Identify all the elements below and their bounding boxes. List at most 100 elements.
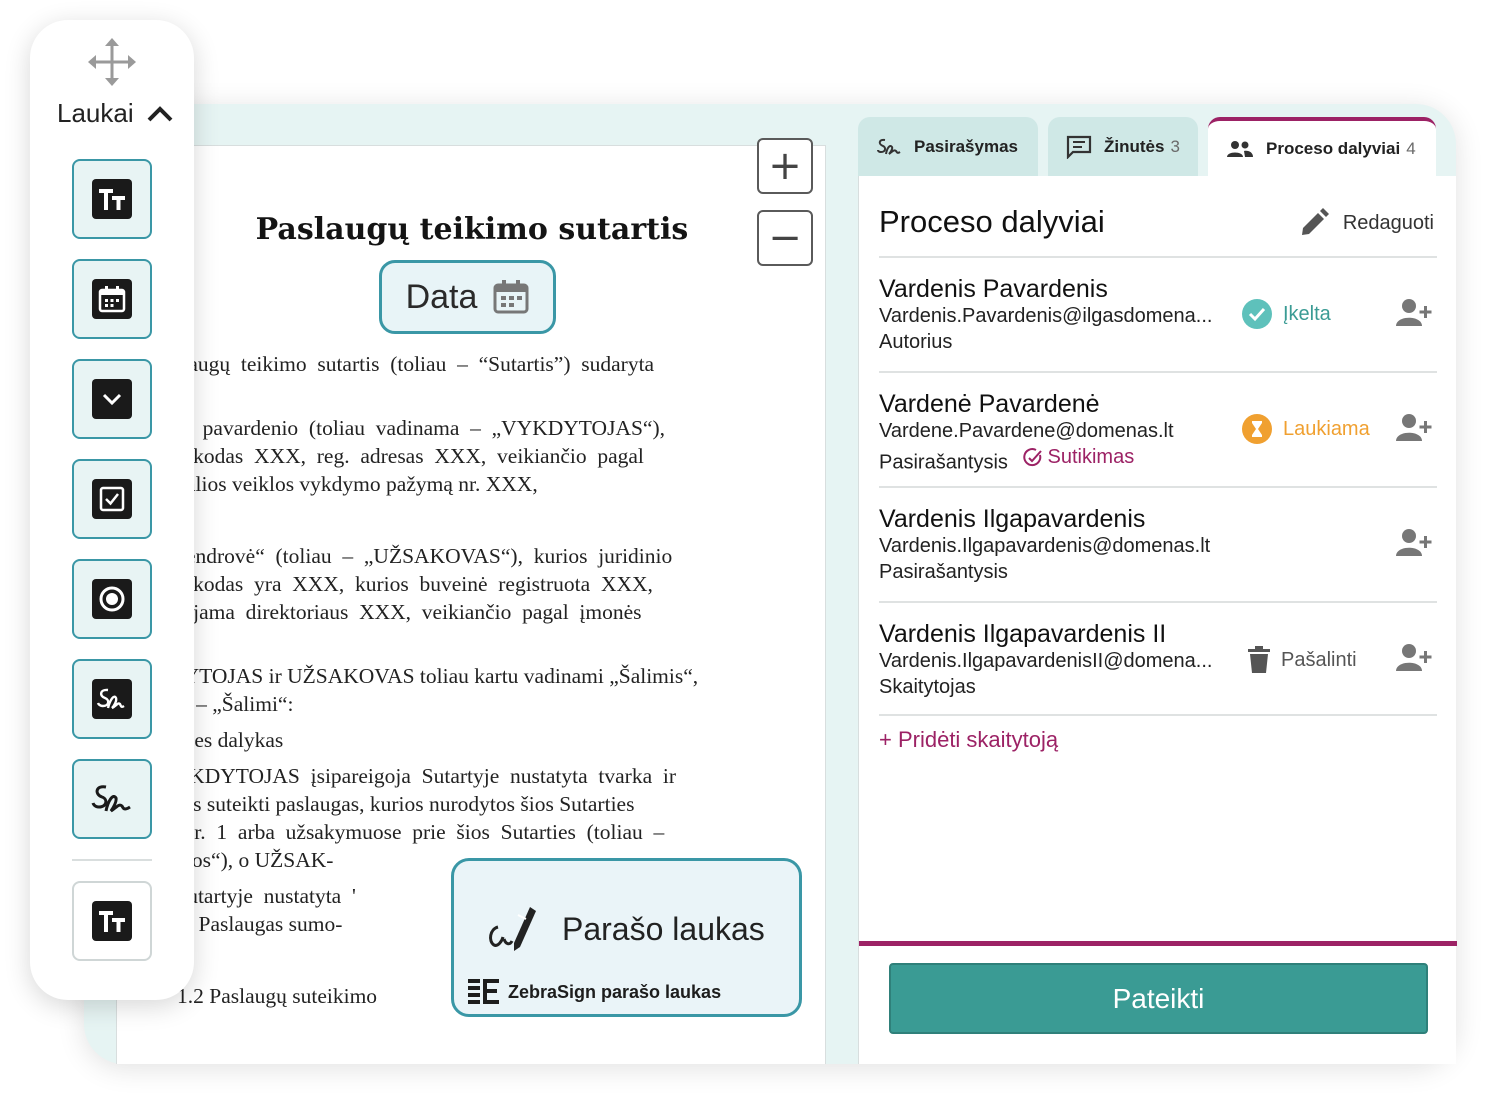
document-title: Paslaugų teikimo sutartis (255, 212, 689, 247)
participant-role: Pasirašantysis (879, 561, 1008, 583)
date-field-label: Data (405, 277, 478, 316)
hourglass-icon (1242, 414, 1272, 444)
consent-label: Sutikimas (1047, 446, 1135, 468)
date-tool[interactable] (72, 259, 152, 339)
footer-accent-bar (859, 941, 1457, 946)
fields-toolbar-title: Laukai (57, 98, 134, 128)
participant-role: Autorius (879, 331, 953, 353)
text-field-icon (92, 901, 132, 941)
pen-signature-icon (489, 907, 536, 951)
status-badge: Laukiama (1241, 413, 1370, 445)
doc-line: mens kodas yra XXX, kurios buveinė regis… (137, 572, 653, 596)
doc-line: mens kodas XXX, reg. adresas XXX, veikia… (137, 444, 644, 468)
doc-line: stovaujama direktoriaus XXX, veikiančio … (137, 600, 642, 624)
participant-role-row: Pasirašantysis Sutikimas (879, 446, 1134, 475)
participant-role: Skaitytojas (879, 676, 976, 698)
doc-line: B „Bendrovė“ (toliau – „UŽSAKOVAS“), kur… (137, 544, 673, 568)
trash-icon (1248, 646, 1270, 673)
participant-role: Pasirašantysis (879, 451, 1008, 474)
check-circle-icon (1242, 299, 1272, 329)
text-field-tool[interactable] (72, 159, 152, 239)
message-icon (1066, 135, 1092, 159)
zoom-out-button[interactable]: − (757, 210, 813, 266)
signature-icon (91, 785, 131, 813)
calendar-icon (92, 279, 132, 319)
participant-name: Vardenis Pavardenis (879, 275, 1108, 303)
doc-line: rdenio pavardenio (toliau vadinama – „VY… (137, 416, 666, 440)
text-field-icon (92, 179, 132, 219)
doc-line: tskirai – „Šalimi“: (137, 692, 294, 716)
zoom-in-button[interactable]: + (757, 138, 813, 194)
doc-line: 1 VYKDYTOJAS įsipareigoja Sutartyje nust… (137, 764, 677, 788)
dropdown-tool[interactable] (72, 359, 152, 439)
panel-title: Proceso dalyviai (879, 204, 1105, 239)
signature-field[interactable]: Parašo laukas ZebraSign parašo laukas (451, 858, 802, 1017)
group-icon (1227, 140, 1253, 157)
fields-toolbar: Laukai (30, 20, 194, 1000)
tab-signing[interactable]: Pasirašymas (858, 117, 1038, 176)
participant-email: Vardenis.Pavardenis@ilgasdomena... (879, 305, 1213, 327)
doc-line: rminais suteikti paslaugas, kurios nurod… (137, 792, 635, 816)
signature-brand-label: ZebraSign parašo laukas (508, 981, 722, 1002)
doc-line: Sutarties dalykas (137, 728, 284, 752)
doc-line: i paslaugų teikimo sutartis (toliau – “S… (137, 352, 655, 376)
tab-signing-label: Pasirašymas (914, 136, 1018, 156)
remove-label: Pašalinti (1281, 648, 1357, 671)
divider (879, 371, 1437, 373)
remove-button[interactable]: Pašalinti (1247, 646, 1357, 674)
divider (879, 486, 1437, 488)
tab-participants-label: Proceso dalyviai (1266, 138, 1401, 158)
consent-link[interactable]: Sutikimas (1022, 446, 1135, 469)
chevron-up-icon (147, 105, 173, 121)
add-user-icon[interactable] (1395, 528, 1435, 558)
tab-participants[interactable]: Proceso dalyviai 4 (1208, 117, 1436, 176)
divider (879, 256, 1437, 258)
date-field[interactable]: Data (379, 260, 556, 334)
radio-icon (92, 579, 132, 619)
toolbar-divider (72, 859, 152, 861)
participant-name: Vardenis Ilgapavardenis II (879, 620, 1167, 648)
add-user-icon[interactable] (1395, 413, 1435, 443)
consent-check-icon (1022, 447, 1042, 466)
participant-email: Vardenis.Ilgapavardenis@domenas.lt (879, 535, 1211, 557)
tab-participants-count: 4 (1406, 138, 1416, 158)
add-user-icon[interactable] (1395, 298, 1435, 328)
signature-field-label: Parašo laukas (562, 910, 765, 947)
checkbox-icon (92, 479, 132, 519)
dropdown-icon (92, 379, 132, 419)
move-icon[interactable] (88, 38, 136, 91)
radio-tool[interactable] (72, 559, 152, 639)
signature-box-tool[interactable] (72, 659, 152, 739)
participant-email: Vardenis.IlgapavardenisII@domena... (879, 650, 1213, 672)
submit-button[interactable]: Pateikti (889, 963, 1428, 1034)
add-user-icon[interactable] (1395, 643, 1435, 673)
pencil-icon (1301, 208, 1329, 235)
doc-line: iede nr. 1 arba užsakymuose prie šios Su… (137, 820, 665, 844)
zebrasign-logo-icon (468, 979, 499, 1004)
edit-label: Redaguoti (1342, 211, 1434, 234)
tab-messages-label: Žinutės (1104, 136, 1165, 156)
status-label: Laukiama (1283, 417, 1370, 440)
divider (879, 601, 1437, 603)
signature-tool[interactable] (72, 759, 152, 839)
process-panel: Pasirašymas Žinutės 3 Proceso dalyviai 4… (858, 117, 1457, 1064)
divider (879, 714, 1437, 716)
tab-messages[interactable]: Žinutės 3 (1048, 117, 1198, 176)
calendar-icon (493, 280, 529, 314)
participant-name: Vardenis Ilgapavardenis (879, 505, 1146, 533)
signature-icon (877, 138, 901, 155)
fields-toolbar-header[interactable]: Laukai (57, 98, 174, 129)
text-field-tool[interactable] (72, 881, 152, 961)
edit-button[interactable]: Redaguoti (1299, 208, 1434, 238)
doc-line: atus. (137, 626, 771, 654)
checkbox-tool[interactable] (72, 459, 152, 539)
add-reader-link[interactable]: + Pridėti skaitytoją (879, 727, 1058, 753)
status-badge: Įkelta (1241, 298, 1331, 330)
doc-line: rp: (137, 378, 771, 406)
doc-line: dvidualios veiklos vykdymo pažymą nr. XX… (137, 472, 538, 496)
participant-email: Vardene.Pavardene@domenas.lt (879, 420, 1174, 442)
participant-name: Vardenė Pavardenė (879, 390, 1100, 418)
participants-body: Proceso dalyviai Redaguoti Vardenis Pava… (858, 176, 1457, 1064)
status-label: Įkelta (1283, 302, 1331, 325)
doc-line: YKDYTOJAS ir UŽSAKOVAS toliau kartu vadi… (137, 664, 699, 688)
